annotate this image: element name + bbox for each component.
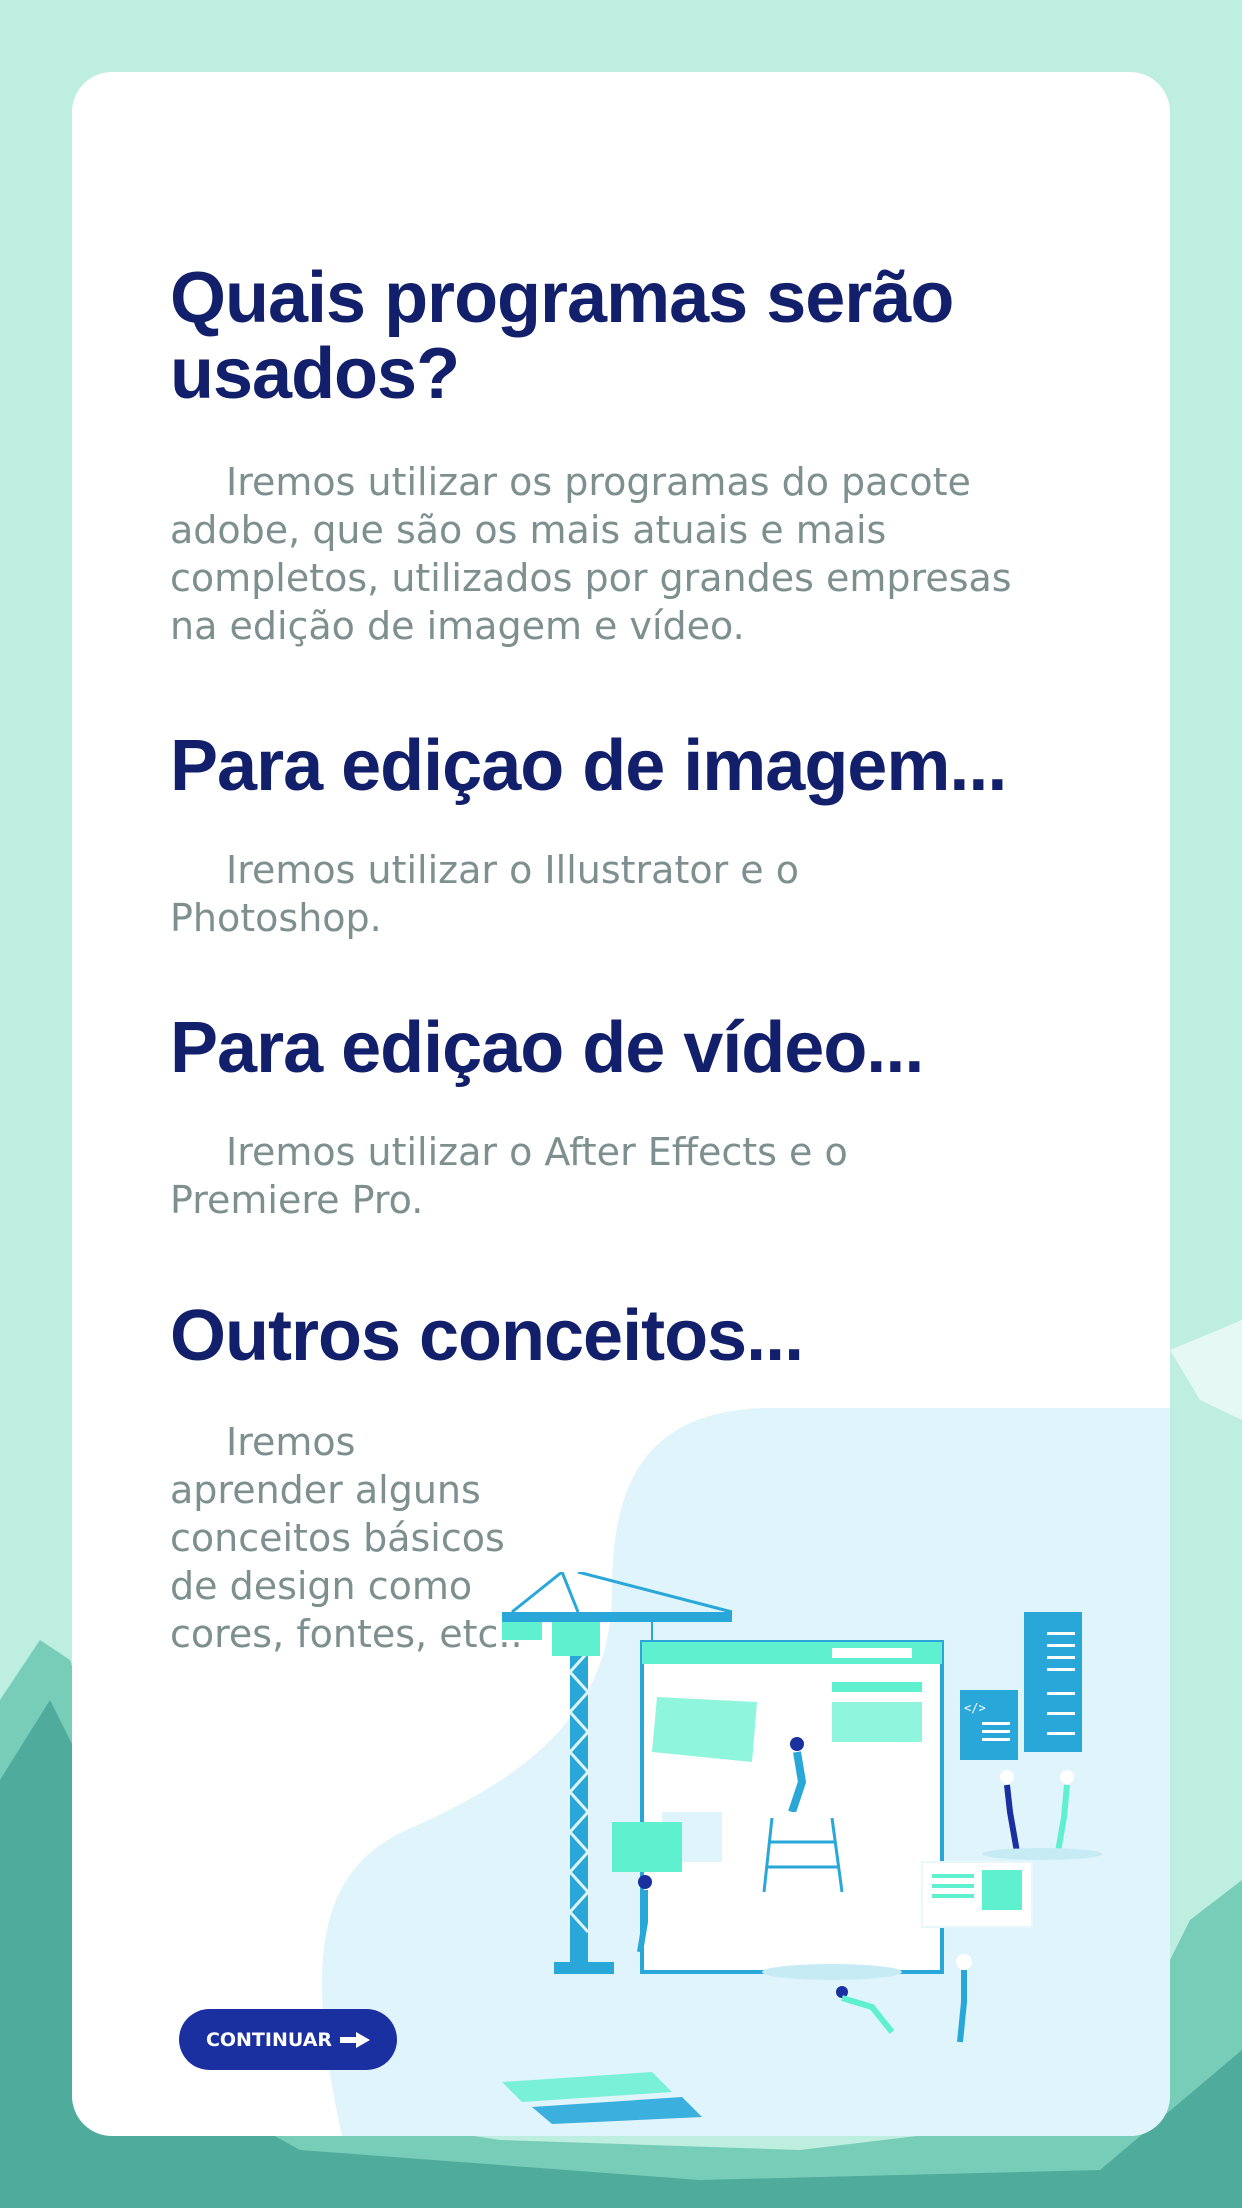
- code-panel-icon: </>: [960, 1612, 1082, 1760]
- section-text-video-editing: Iremos utilizar o After Effects e o Prem…: [170, 1130, 848, 1222]
- continue-button[interactable]: CONTINUAR: [179, 2009, 397, 2070]
- continue-button-label: CONTINUAR: [205, 2028, 333, 2051]
- arrow-right-icon: [340, 2031, 371, 2048]
- section-title-programs: Quais programas serão usados?: [170, 258, 954, 414]
- svg-text:</>: </>: [964, 1701, 986, 1715]
- section-text-programs: Iremos utilizar os programas do pacote a…: [170, 460, 1012, 648]
- section-title-image-editing: Para ediçao de imagem...: [170, 726, 1007, 806]
- section-title-video-editing: Para ediçao de vídeo...: [170, 1008, 924, 1088]
- section-title-other-concepts: Outros conceitos...: [170, 1296, 804, 1376]
- content-card: Quais programas serão usados? Iremos uti…: [72, 72, 1170, 2136]
- web-construction-illustration: </>: [502, 1572, 1102, 2124]
- section-text-other-concepts: Iremos aprender alguns conceitos básicos…: [170, 1420, 523, 1656]
- section-text-image-editing: Iremos utilizar o Illustrator e o Photos…: [170, 848, 800, 940]
